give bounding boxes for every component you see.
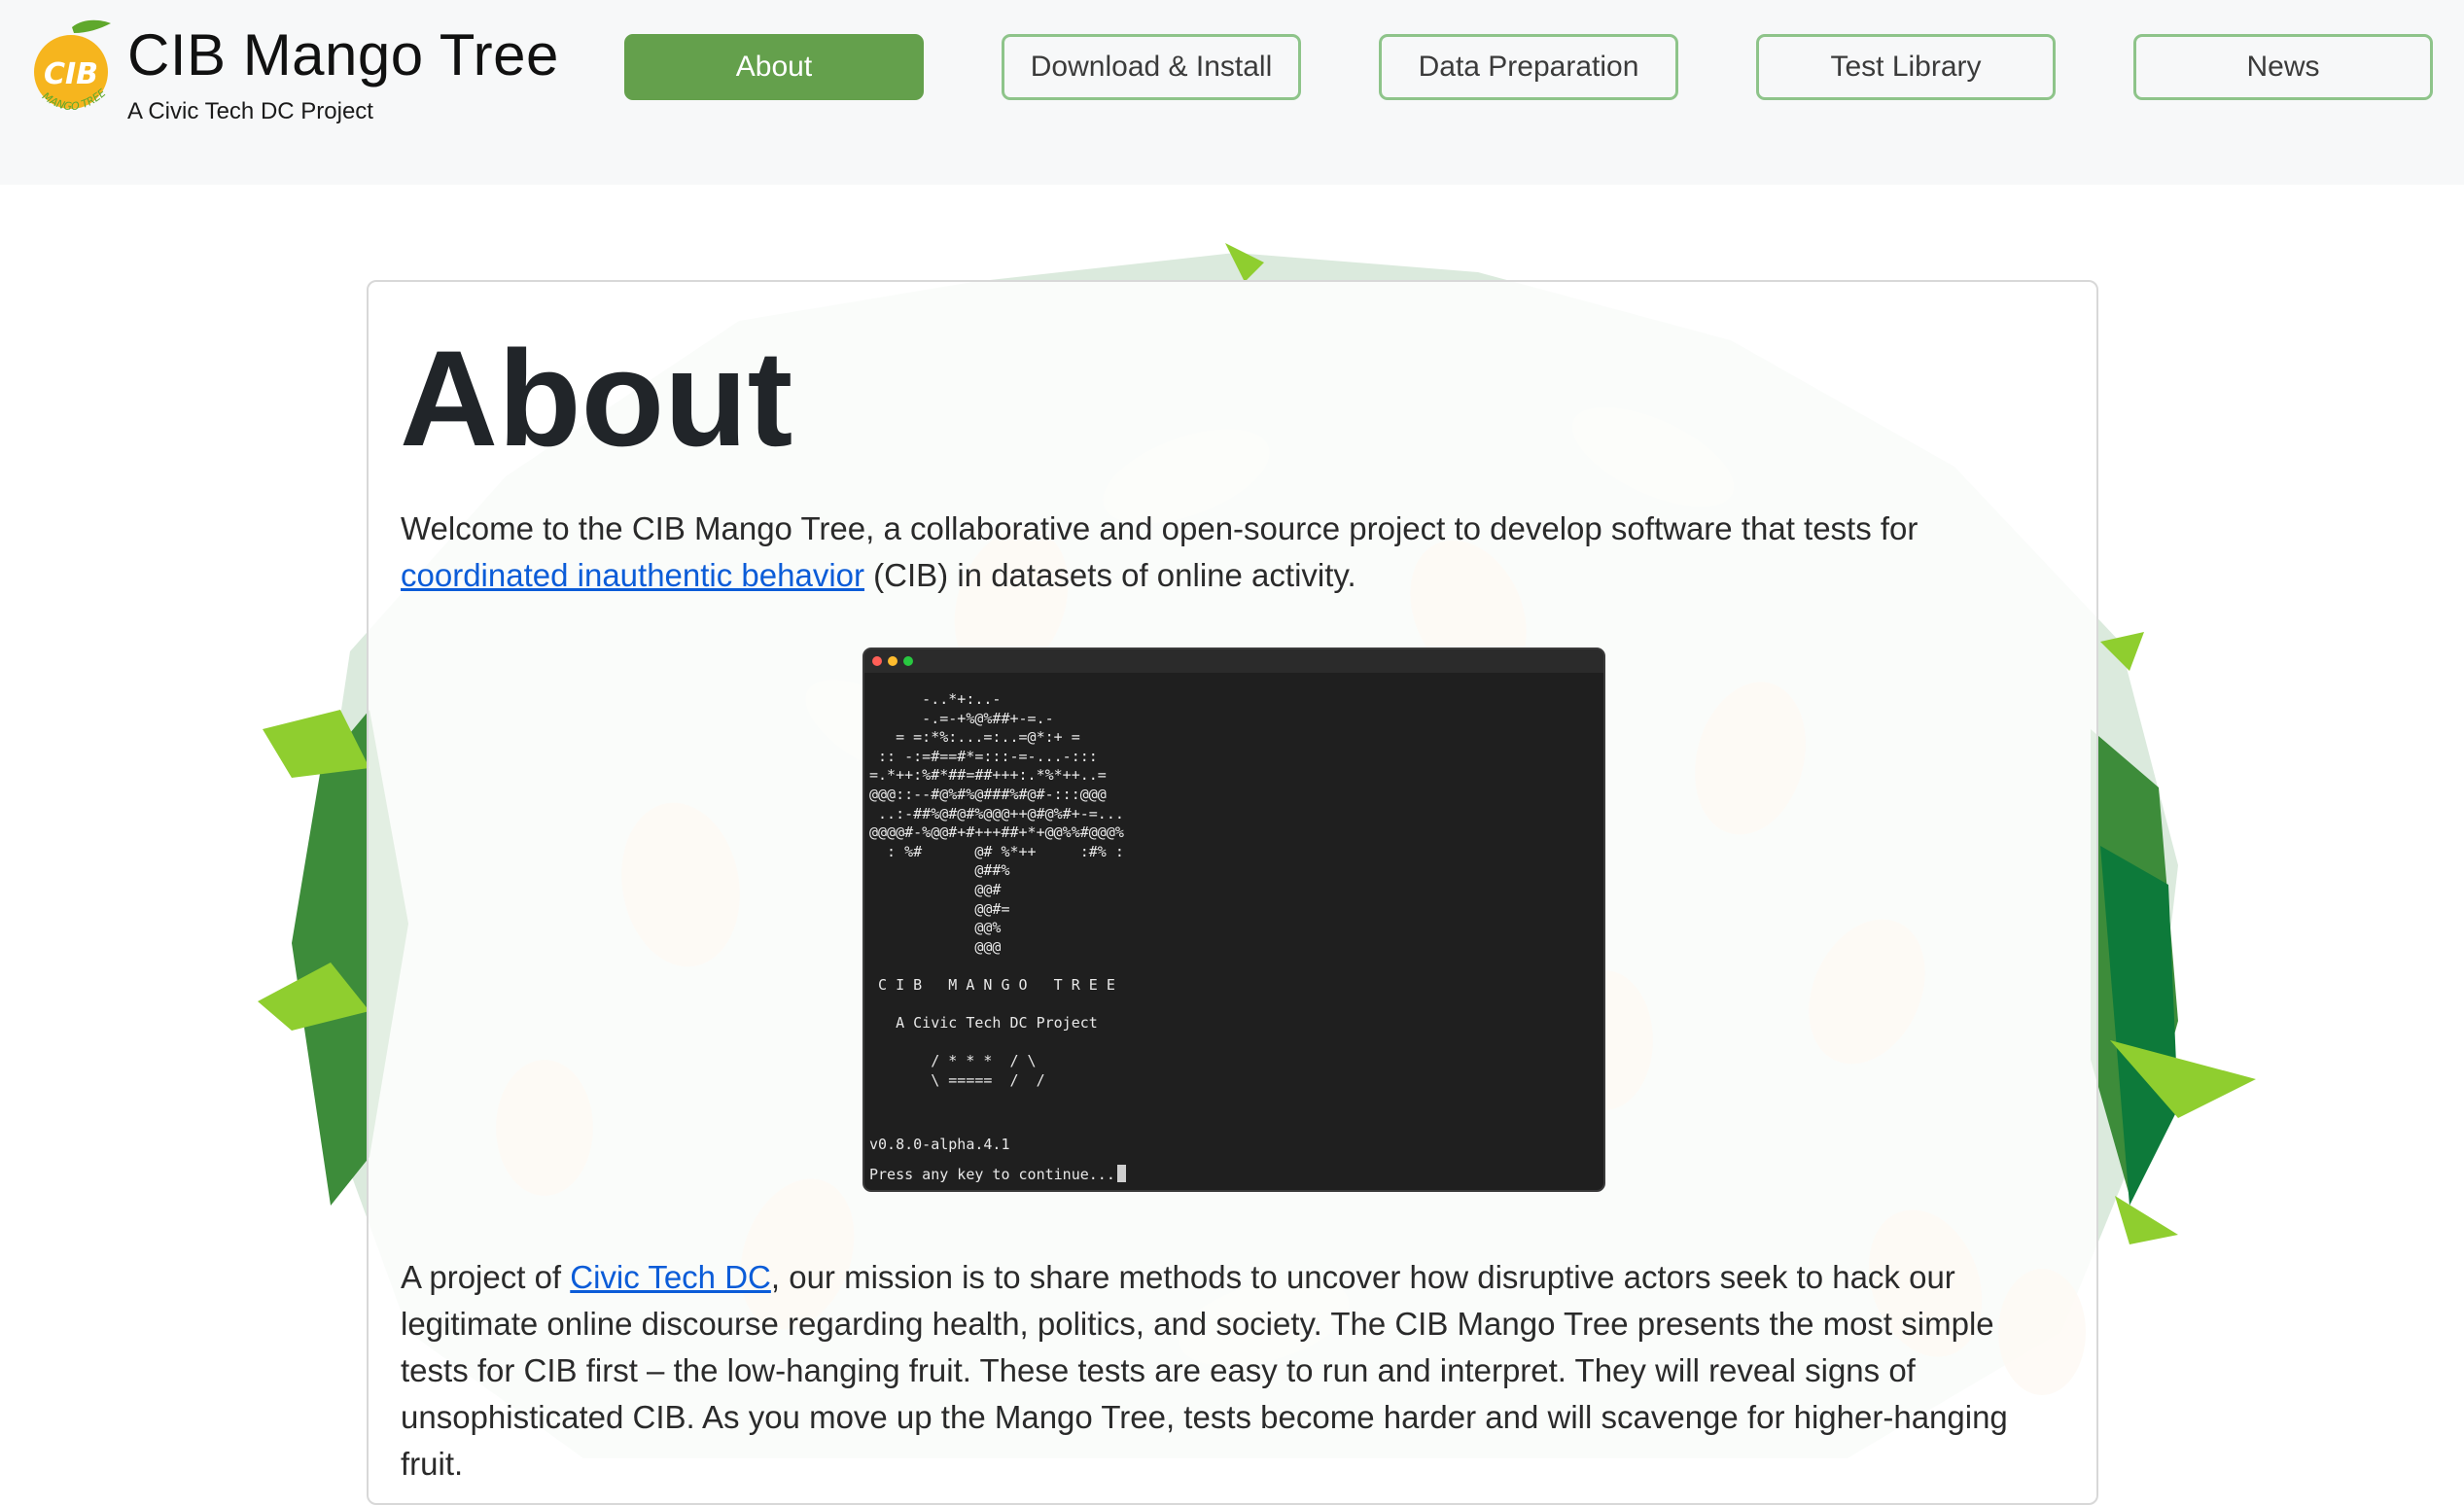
terminal-screenshot: -..*+:..- -.=-+%@%##+-=.- = =:*%:...=:..… [862,648,1605,1192]
close-dot-icon [872,656,882,666]
intro-paragraph: Welcome to the CIB Mango Tree, a collabo… [401,506,2054,599]
civic-tech-dc-link[interactable]: Civic Tech DC [570,1259,771,1295]
site-title[interactable]: CIB Mango Tree [127,21,559,88]
mango-logo-icon[interactable]: CIB MANGO TREE [27,18,115,115]
terminal-prompt: Press any key to continue... [869,1165,1126,1183]
site-subtitle: A Civic Tech DC Project [127,98,373,124]
maximize-dot-icon [903,656,913,666]
nav-download-install-button[interactable]: Download & Install [1002,34,1301,100]
mission-text-before: A project of [401,1259,571,1295]
nav-data-preparation-button[interactable]: Data Preparation [1379,34,1678,100]
logo-text: CIB [44,57,98,91]
nav-about-button[interactable]: About [624,34,924,100]
terminal-ascii-art: -..*+:..- -.=-+%@%##+-=.- = =:*%:...=:..… [869,690,1124,1089]
terminal-version: v0.8.0-alpha.4.1 [869,1136,1010,1153]
site-header: CIB MANGO TREE CIB Mango Tree A Civic Te… [0,0,2464,185]
minimize-dot-icon [888,656,898,666]
coordinated-inauthentic-behavior-link[interactable]: coordinated inauthentic behavior [401,557,864,593]
nav-test-library-button[interactable]: Test Library [1756,34,2056,100]
terminal-prompt-text: Press any key to continue... [869,1166,1115,1183]
mission-paragraph: A project of Civic Tech DC, our mission … [401,1254,2054,1488]
cursor-block-icon [1116,1165,1126,1182]
intro-text-after: (CIB) in datasets of online activity. [864,557,1356,593]
about-card: About Welcome to the CIB Mango Tree, a c… [367,280,2098,1505]
intro-text-before: Welcome to the CIB Mango Tree, a collabo… [401,510,1918,546]
page-title: About [400,322,793,474]
nav-news-button[interactable]: News [2133,34,2433,100]
terminal-title-bar [864,649,1603,673]
